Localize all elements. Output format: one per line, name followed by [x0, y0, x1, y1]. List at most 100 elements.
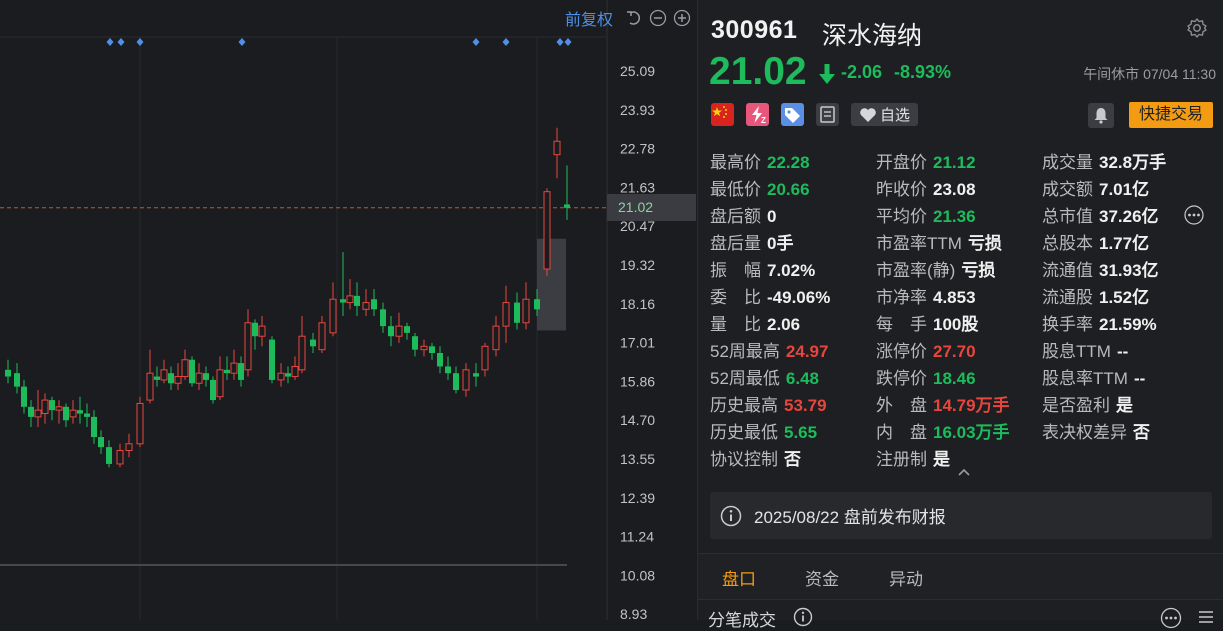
earnings-notice[interactable]: 2025/08/22 盘前发布财报	[710, 492, 1212, 539]
event-marker	[106, 38, 114, 46]
candle-body	[106, 447, 112, 464]
candle-body	[354, 295, 360, 306]
stat-item: 昨收价 23.08	[876, 175, 976, 200]
event-marker	[136, 38, 144, 46]
tag-icon[interactable]	[781, 103, 804, 126]
stat-item: 振 幅 7.02%	[710, 256, 815, 281]
candle-body	[453, 373, 459, 390]
stat-label: 52周最低	[710, 369, 780, 388]
stat-value: 6.48	[785, 369, 820, 388]
y-tick-label: 8.93	[620, 606, 647, 620]
stat-label: 外 盘	[876, 396, 927, 415]
china-flag-icon[interactable]	[711, 103, 734, 126]
candle-body	[481, 345, 489, 371]
candle-body	[216, 369, 224, 398]
kline-chart[interactable]: 25.0923.9322.7821.6320.4719.3218.1617.01…	[0, 0, 697, 620]
candle-body	[125, 443, 133, 452]
candle-body	[346, 295, 354, 304]
event-marker	[564, 38, 572, 46]
collapse-chevron-icon[interactable]	[957, 467, 971, 477]
stat-item: 涨停价 27.70	[876, 337, 976, 362]
undo-icon[interactable]	[625, 9, 643, 27]
zoom-in-icon[interactable]	[673, 9, 691, 27]
candle-body	[534, 299, 540, 310]
kline-chart-panel[interactable]: 25.09 23.93 22.78 21.63 20.47 19.32 18.16 17.01…	[0, 0, 697, 620]
candle-body	[49, 400, 55, 411]
candle-body	[318, 322, 326, 351]
stat-value: 否	[1133, 423, 1150, 442]
candle-body	[514, 302, 520, 323]
candle-body	[553, 140, 561, 156]
tab-orderbook[interactable]: 盘口	[722, 565, 756, 590]
candle-body	[388, 326, 394, 337]
candle-body	[543, 191, 551, 270]
settings-icon[interactable]	[1186, 17, 1208, 39]
stat-label: 跌停价	[876, 369, 927, 388]
candle-body	[5, 369, 11, 377]
candle-body	[329, 298, 337, 334]
adjust-mode-button[interactable]: 前复权	[565, 6, 613, 30]
candle-body	[174, 376, 182, 384]
candle-body	[269, 339, 275, 380]
stat-value: 21.12	[933, 153, 976, 172]
candle-body	[84, 413, 90, 417]
alert-button[interactable]	[1088, 103, 1114, 128]
candle-body	[252, 322, 258, 337]
candle-body	[412, 336, 418, 350]
stat-label: 振 幅	[710, 261, 761, 280]
stat-label: 涨停价	[876, 342, 927, 361]
candle-body	[445, 366, 451, 374]
stat-item: 市盈率TTM 亏损	[876, 229, 1002, 254]
y-tick-label: 25.09	[620, 63, 655, 79]
y-tick-label: 19.32	[620, 257, 655, 273]
volume-overlay	[537, 238, 566, 331]
candle-body	[136, 402, 144, 445]
more-icon[interactable]	[1184, 205, 1204, 225]
price-change-percent: -8.93%	[894, 62, 952, 82]
stat-item: 流通值 31.93亿	[1042, 256, 1159, 281]
info-icon[interactable]	[793, 607, 813, 627]
stock-code: 300961	[711, 16, 798, 44]
add-watchlist-button[interactable]: 自选	[851, 103, 919, 126]
event-marker	[117, 38, 125, 46]
more-icon[interactable]	[1160, 607, 1182, 629]
candle-body	[277, 372, 285, 381]
stat-label: 历史最高	[710, 396, 778, 415]
stat-item: 委 比 -49.06%	[710, 283, 830, 308]
stat-label: 内 盘	[876, 423, 927, 442]
stat-label: 是否盈利	[1042, 396, 1110, 415]
stat-label: 总市值	[1042, 207, 1093, 226]
candle-body	[91, 416, 97, 438]
stat-item: 平均价 21.36	[876, 202, 976, 227]
list-icon[interactable]	[1197, 608, 1215, 626]
stat-item: 换手率 21.59%	[1042, 310, 1157, 335]
stat-item: 成交量 32.8万手	[1042, 148, 1166, 173]
tab-unusual-moves[interactable]: 异动	[889, 565, 923, 590]
y-tick-label: 12.39	[620, 490, 655, 506]
stat-label: 委 比	[710, 288, 761, 307]
stat-label: 协议控制	[710, 450, 778, 469]
notebook-icon[interactable]	[816, 103, 839, 126]
stat-value: 53.79	[784, 396, 827, 415]
stat-label: 每 手	[876, 315, 927, 334]
candle-body	[340, 299, 346, 303]
stat-value: 37.26亿	[1099, 207, 1159, 226]
stat-item: 盘后额 0	[710, 202, 776, 227]
stat-value: 27.70	[933, 342, 976, 361]
stat-item: 52周最高 24.97	[710, 337, 828, 362]
candle-body	[189, 359, 195, 384]
stat-value: 24.97	[785, 342, 829, 361]
y-tick-label: 10.08	[620, 567, 655, 583]
stat-item: 每 手 100股	[876, 310, 978, 335]
quick-trade-button[interactable]: 快捷交易	[1129, 102, 1213, 128]
stat-value: 否	[784, 450, 801, 469]
stat-item: 市净率 4.853	[876, 283, 976, 308]
tick-trades-title: 分笔成交	[708, 611, 776, 630]
stat-value: 4.853	[933, 288, 976, 307]
tab-fund-flow[interactable]: 资金	[805, 565, 839, 590]
stat-value: 7.02%	[767, 261, 816, 280]
svg-text:Z: Z	[761, 116, 766, 125]
zoom-out-icon[interactable]	[649, 9, 667, 27]
margin-trading-icon[interactable]: Z	[746, 103, 769, 126]
stat-item: 市盈率(静) 亏损	[876, 256, 995, 281]
